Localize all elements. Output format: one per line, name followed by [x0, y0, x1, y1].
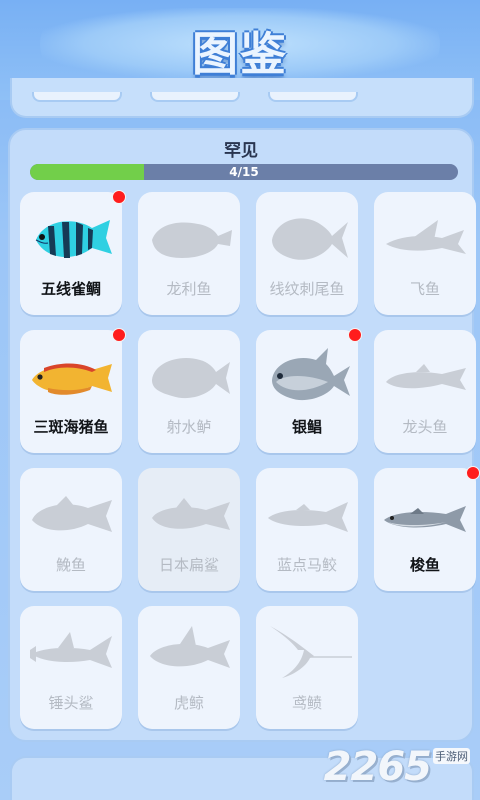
silver-pomfret-icon — [272, 348, 350, 401]
fish-name: 鸢鲼 — [291, 694, 322, 712]
fish-name: 射水鲈 — [166, 418, 212, 436]
progress-text: 4/15 — [229, 165, 259, 179]
fish-name: 龙利鱼 — [166, 280, 212, 298]
site-watermark: 2265 手游网 — [324, 744, 470, 790]
fish-card[interactable]: 五线雀鲷 — [20, 190, 126, 315]
new-indicator-dot — [348, 328, 362, 342]
watermark-number: 2265 — [323, 744, 432, 790]
page-title: 图鉴 — [192, 27, 288, 81]
new-indicator-dot — [112, 328, 126, 342]
fish-card[interactable]: 蓝点马鲛 — [256, 468, 358, 591]
fish-name: 银鲳 — [291, 418, 322, 436]
fish-card[interactable]: 日本扁鲨 — [138, 468, 240, 591]
fish-name: 线纹刺尾鱼 — [269, 280, 345, 298]
section-title: 罕见 — [224, 141, 258, 161]
fish-name: 龙头鱼 — [402, 418, 448, 436]
previous-card-edge — [32, 92, 122, 102]
fish-card[interactable]: 鮸鱼 — [20, 468, 122, 591]
hammerhead-silhouette-icon — [30, 632, 112, 668]
fish-card[interactable]: 鸢鲼 — [256, 606, 358, 729]
previous-section-panel — [10, 78, 474, 118]
fish-card[interactable]: 梭鱼 — [374, 466, 480, 591]
collection-progress-bar: 4/15 — [30, 164, 458, 180]
fish-name: 蓝点马鲛 — [276, 556, 337, 574]
fish-card[interactable]: 三斑海猪鱼 — [20, 328, 126, 453]
fish-name: 鮸鱼 — [55, 556, 86, 574]
fish-name: 梭鱼 — [409, 556, 440, 574]
orca-silhouette-icon — [150, 626, 230, 668]
new-indicator-dot — [112, 190, 126, 204]
fish-name: 飞鱼 — [409, 280, 440, 298]
fish-grid: 五线雀鲷 龙利鱼 线纹刺尾鱼 飞鱼 三斑海猪鱼 射水鲈 银鲳 龙头鱼 鮸鱼 日本… — [20, 190, 480, 729]
fish-card[interactable]: 龙头鱼 — [374, 330, 476, 453]
archerfish-silhouette-icon — [152, 358, 230, 399]
striped-damselfish-icon — [35, 220, 112, 258]
wrasse-icon — [32, 363, 112, 395]
fish-card[interactable]: 龙利鱼 — [138, 192, 240, 315]
watermark-text: 手游网 — [433, 748, 470, 764]
fish-name: 五线雀鲷 — [40, 280, 101, 298]
fish-card[interactable]: 射水鲈 — [138, 330, 240, 453]
fish-card[interactable]: 线纹刺尾鱼 — [256, 192, 358, 315]
fish-name: 锤头鲨 — [48, 694, 94, 712]
angel-shark-silhouette-icon — [152, 498, 230, 530]
eagle-ray-silhouette-icon — [270, 626, 352, 678]
croaker-silhouette-icon — [32, 496, 112, 532]
bombay-duck-silhouette-icon — [386, 364, 466, 390]
previous-card-edge — [268, 92, 358, 102]
fish-name: 三斑海猪鱼 — [33, 418, 109, 436]
fish-card[interactable]: 飞鱼 — [374, 192, 476, 315]
barracuda-icon — [384, 506, 466, 532]
new-indicator-dot — [466, 466, 480, 480]
previous-card-edge — [150, 92, 240, 102]
fish-name: 虎鲸 — [173, 694, 204, 712]
mackerel-silhouette-icon — [268, 502, 348, 532]
fish-card[interactable]: 银鲳 — [256, 328, 362, 453]
fish-card[interactable]: 虎鲸 — [138, 606, 240, 729]
surgeonfish-silhouette-icon — [272, 218, 348, 260]
fish-card[interactable]: 锤头鲨 — [20, 606, 122, 729]
flying-fish-silhouette-icon — [386, 220, 466, 254]
rare-section-panel: 罕见 4/15 五线雀鲷 龙利鱼 线纹刺尾鱼 飞鱼 三斑海猪鱼 射水鲈 银鲳 龙… — [8, 128, 480, 742]
fish-name: 日本扁鲨 — [158, 556, 219, 574]
sole-fish-silhouette-icon — [152, 222, 232, 258]
